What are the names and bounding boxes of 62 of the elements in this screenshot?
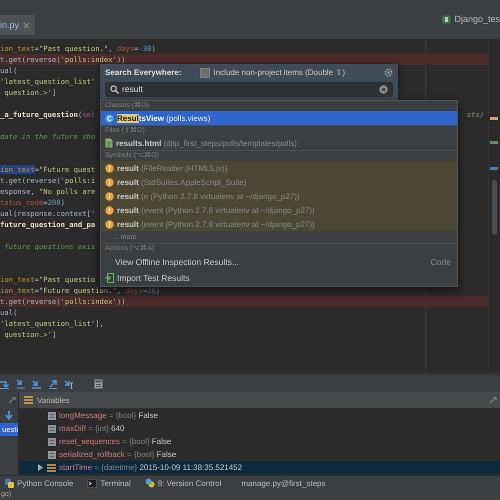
result-item[interactable]: Import Test Results [101, 270, 457, 286]
class-icon [105, 114, 114, 122]
terminal-icon [87, 478, 98, 488]
variable-text: maxDiff = {int} 640 [59, 424, 124, 433]
down-arrow-icon[interactable] [5, 411, 13, 420]
restore-icon[interactable] [9, 396, 16, 404]
result-item[interactable]: result (FileReader (HTML5.js)) [101, 161, 457, 175]
result-item[interactable]: result (e (Python 2.7.8 virtualenv at ~/django_p27)) [101, 189, 457, 203]
variable-text: reset_sequences = {bool} False [59, 437, 172, 446]
settings-icon[interactable] [384, 68, 393, 78]
field-icon [48, 412, 56, 420]
expand-arrow-icon[interactable] [37, 464, 43, 471]
popup-title: Search Everywhere: [105, 68, 182, 78]
variable-row[interactable]: reset_sequences = {bool} False [19, 435, 500, 448]
field-icon [48, 438, 56, 446]
file-icon [105, 138, 113, 148]
result-item[interactable]: results.html (djtp_first_steps/polls/templates/polls) [101, 136, 457, 150]
panel-title: Variables [37, 396, 70, 404]
python-icon [5, 478, 14, 488]
version-control-icon [144, 478, 155, 488]
list-icon [24, 396, 33, 404]
checkbox[interactable] [200, 68, 210, 78]
result-item[interactable]: result (StdSuites.AppleScript_Suite) [101, 175, 457, 189]
clear-icon[interactable] [379, 84, 388, 94]
tool-window-button[interactable]: Python Console [5, 478, 74, 488]
symbol-icon [105, 220, 114, 228]
symbol-icon [105, 164, 114, 172]
variable-row[interactable]: maxDiff = {int} 640 [19, 422, 500, 435]
field-icon [48, 424, 56, 432]
calculator-icon[interactable] [94, 378, 103, 388]
status-text: manage.py@first_steps [241, 478, 326, 488]
field-icon [48, 450, 56, 458]
step-over-icon[interactable] [0, 378, 10, 388]
search-icon [110, 84, 119, 94]
result-item[interactable]: View Offline Inspection Results... Code [101, 254, 457, 270]
django-icon [442, 14, 452, 24]
result-item[interactable]: result (event (Python 2.7.8 virtualenv at ~/django_p27)) [101, 203, 457, 217]
run-to-cursor-icon[interactable] [64, 378, 74, 388]
variable-text: longMessage = {bool} False [59, 411, 158, 420]
search-field[interactable]: result [105, 82, 393, 97]
tool-window-button[interactable]: 9: Version Control [144, 478, 222, 488]
step-out-icon[interactable] [48, 378, 58, 388]
editor-tab[interactable]: in.py [0, 15, 36, 35]
variable-text: serialized_rollback = {bool} False [59, 450, 176, 459]
import-icon [105, 273, 114, 283]
tool-window-button[interactable]: Terminal [87, 478, 131, 488]
symbol-icon [105, 192, 114, 200]
step-into-icon[interactable] [32, 378, 42, 388]
variable-row[interactable]: serialized_rollback = {bool} False [19, 448, 500, 461]
scrollbar[interactable] [492, 180, 497, 235]
result-item[interactable]: result (event (Python 2.7.8 virtualenv at ~/django_p27)) [101, 217, 457, 231]
object-icon [47, 464, 56, 472]
symbol-icon [105, 178, 114, 186]
variable-text: startTime = {datetime} 2015-10-09 11:38:35.521452 [59, 463, 242, 472]
category-label: Code [430, 257, 451, 267]
checkbox-label[interactable]: Include non-project items (Double ⇧) [214, 68, 346, 78]
variable-row[interactable]: startTime = {datetime} 2015-10-09 11:38:35.521452 [19, 461, 500, 474]
restore-icon[interactable] [490, 396, 497, 404]
variable-row[interactable]: longMessage = {bool} False [19, 409, 500, 422]
symbol-icon [105, 206, 114, 214]
close-icon[interactable] [23, 22, 30, 28]
step-into-icon[interactable] [16, 378, 26, 388]
